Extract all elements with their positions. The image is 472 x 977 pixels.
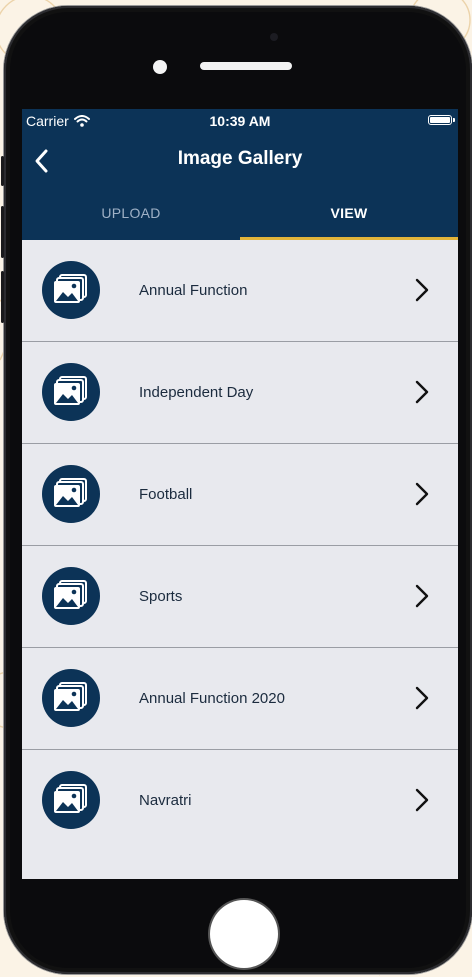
list-item[interactable]: Football bbox=[22, 444, 458, 546]
album-avatar bbox=[42, 261, 100, 319]
volume-down-button bbox=[1, 271, 4, 323]
album-avatar bbox=[42, 771, 100, 829]
tab-view[interactable]: VIEW bbox=[240, 190, 458, 240]
list-item-label: Annual Function bbox=[139, 282, 248, 299]
list-item[interactable]: Navratri bbox=[22, 750, 458, 851]
album-avatar bbox=[42, 669, 100, 727]
chevron-right-icon bbox=[415, 584, 429, 608]
chevron-right-icon bbox=[415, 278, 429, 302]
nav-bar: Image Gallery bbox=[22, 139, 458, 179]
album-avatar bbox=[42, 567, 100, 625]
photo-album-icon bbox=[54, 274, 87, 303]
gallery-list: Annual Function Independent Day Football… bbox=[22, 240, 458, 851]
list-item[interactable]: Annual Function bbox=[22, 240, 458, 342]
list-item-label: Football bbox=[139, 486, 193, 503]
home-button[interactable] bbox=[210, 900, 278, 968]
page-title: Image Gallery bbox=[177, 148, 303, 169]
app-header: Carrier 10:39 AM Image Gallery UPLOAD VI… bbox=[22, 109, 458, 240]
photo-album-icon bbox=[54, 580, 87, 609]
chevron-right-icon bbox=[415, 380, 429, 404]
photo-album-icon bbox=[54, 682, 87, 711]
list-item[interactable]: Sports bbox=[22, 546, 458, 648]
list-item-label: Annual Function 2020 bbox=[139, 690, 285, 707]
volume-up-button bbox=[1, 206, 4, 258]
chevron-right-icon bbox=[415, 788, 429, 812]
chevron-right-icon bbox=[415, 686, 429, 710]
tab-bar: UPLOAD VIEW bbox=[22, 190, 458, 240]
photo-album-icon bbox=[54, 784, 87, 813]
photo-album-icon bbox=[54, 478, 87, 507]
status-bar: Carrier 10:39 AM bbox=[22, 109, 458, 133]
front-camera bbox=[153, 60, 167, 74]
list-item-label: Independent Day bbox=[139, 384, 254, 401]
tab-upload[interactable]: UPLOAD bbox=[22, 190, 240, 240]
list-item-label: Navratri bbox=[139, 792, 192, 809]
battery-icon bbox=[428, 115, 455, 125]
photo-album-icon bbox=[54, 376, 87, 405]
earpiece-speaker bbox=[200, 62, 292, 70]
status-time: 10:39 AM bbox=[209, 113, 271, 129]
mute-switch bbox=[1, 156, 4, 186]
chevron-right-icon bbox=[415, 482, 429, 506]
list-item[interactable]: Annual Function 2020 bbox=[22, 648, 458, 750]
app-screen: Carrier 10:39 AM Image Gallery UPLOAD VI… bbox=[22, 109, 458, 879]
album-avatar bbox=[42, 363, 100, 421]
list-item-label: Sports bbox=[139, 588, 183, 605]
list-item[interactable]: Independent Day bbox=[22, 342, 458, 444]
proximity-sensor bbox=[270, 33, 278, 41]
album-avatar bbox=[42, 465, 100, 523]
